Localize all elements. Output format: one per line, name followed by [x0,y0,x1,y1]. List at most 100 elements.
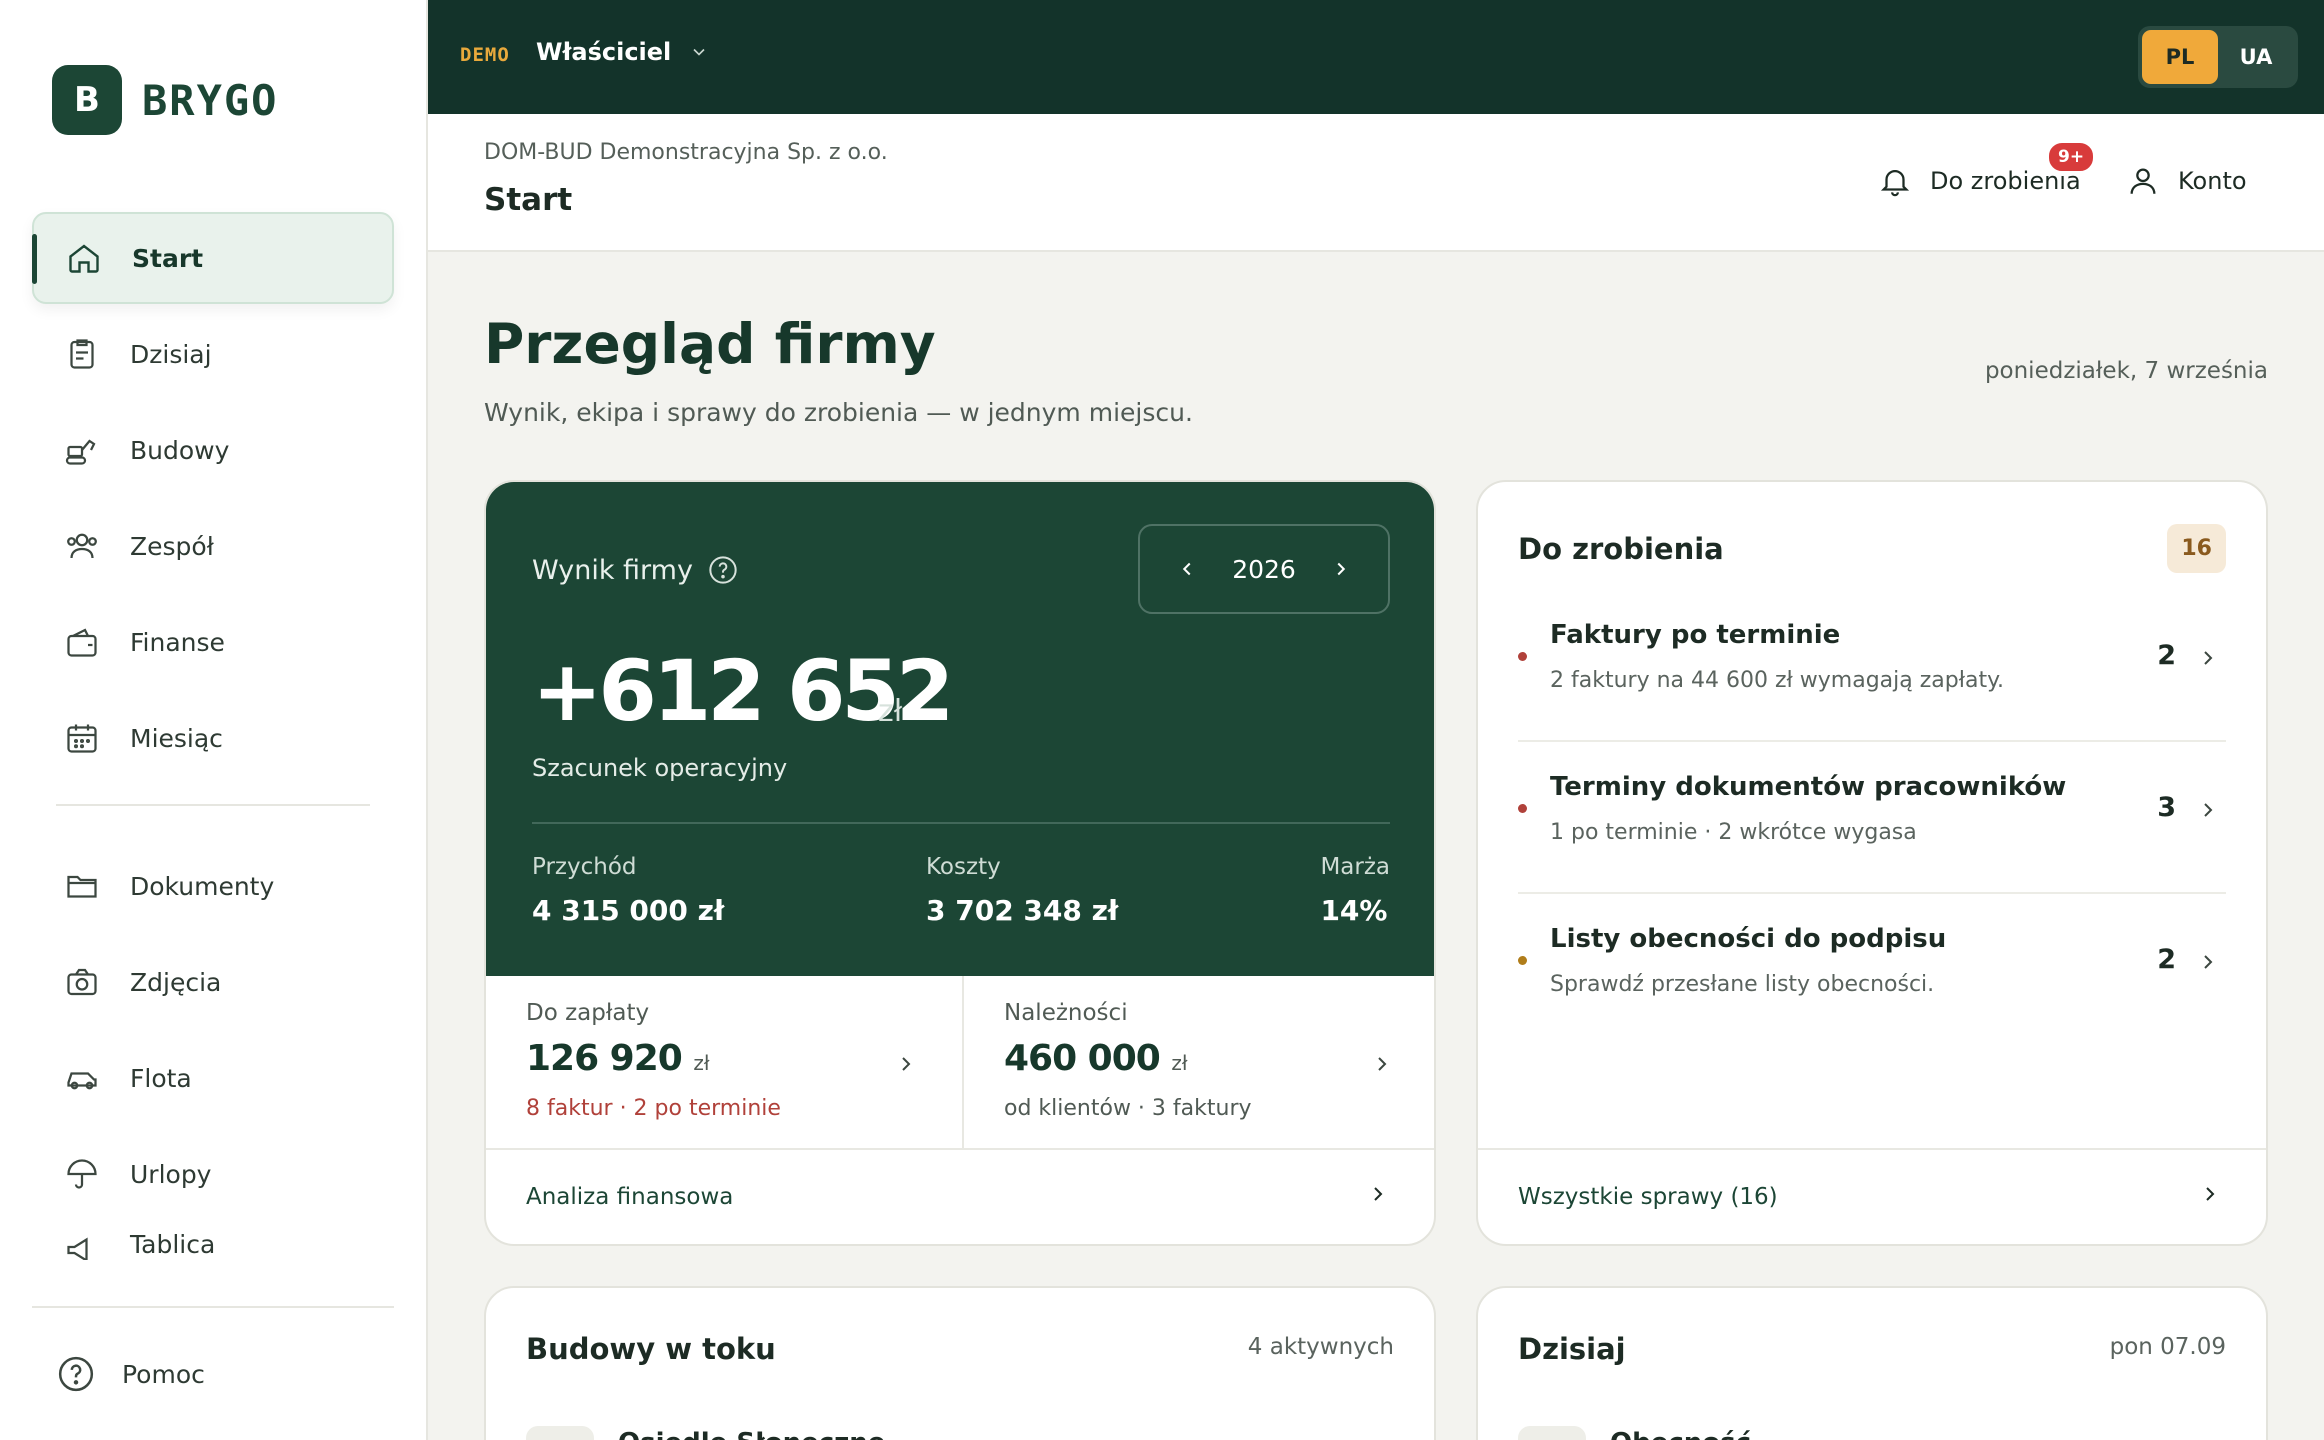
today-card: Dzisiaj pon 07.09 Obecność [1476,1286,2268,1440]
megaphone-icon [62,1230,102,1260]
chevron-right-icon[interactable] [1330,558,1352,580]
header-account-button[interactable]: Konto [2126,164,2247,198]
year-value: 2026 [1232,554,1296,584]
help-link[interactable]: Pomoc [32,1306,394,1440]
sidebar-item-dokumenty[interactable]: Dokumenty [32,840,394,932]
folder-icon [62,866,102,906]
sidebar-item-dzisiaj[interactable]: Dzisiaj [32,308,394,400]
todo-card-title: Do zrobienia [1518,532,1724,566]
payable-value: 126 920 zł [526,1038,710,1079]
todo-card: Do zrobienia 16 Faktury po terminie 2 fa… [1476,480,2268,1246]
todo-item-count: 2 [2157,640,2176,671]
chevron-left-icon[interactable] [1176,558,1198,580]
today-thumbnail [1518,1426,1586,1440]
margin-stat: Marża 14% [1320,854,1390,927]
sidebar-item-label: Dokumenty [130,871,275,901]
all-tasks-link[interactable]: Wszystkie sprawy (16) [1518,1184,1778,1210]
payable-label: Do zapłaty [526,1000,650,1026]
help-icon [56,1354,96,1394]
user-icon [2130,168,2156,194]
revenue-value: 4 315 000 zł [532,894,725,927]
sidebar-item-label: Dzisiaj [130,339,212,369]
chevron-right-icon [2206,1187,2215,1201]
sidebar-item-label: Flota [130,1063,192,1093]
camera-icon [62,962,102,1002]
year-picker: 2026 [1138,524,1390,614]
sidebar-item-label: Urlopy [130,1159,212,1189]
topbar: DEMO Właściciel PL UA [428,0,2324,114]
receivable-tile[interactable]: Należności 460 000 zł od klientów · 3 fa… [962,976,1434,1150]
builds-card: Budowy w toku 4 aktywnych Osiedle Słonec… [484,1286,1436,1440]
finance-label-text: Wynik firmy [532,554,693,586]
revenue-label: Przychód [532,854,637,880]
company-name: DOM-BUD Demonstracyjna Sp. z o.o. [484,140,888,165]
finance-label: Wynik firmy [532,554,739,586]
header-todo-button[interactable]: Do zrobienia 9+ [1878,140,2097,198]
sidebar-item-label: Finanse [130,627,225,657]
todo-item-title: Listy obecności do podpisu [1550,924,1947,954]
page-title: Start [484,182,573,218]
todo-item[interactable]: Listy obecności do podpisu Sprawdź przes… [1518,894,2226,1046]
sidebar-item-tablica[interactable]: Tablica [32,1224,394,1260]
build-thumbnail [526,1426,594,1440]
todo-item-desc: Sprawdź przesłane listy obecności. [1550,972,1935,997]
chevron-down-icon [693,48,705,56]
revenue-stat: Przychód 4 315 000 zł [532,854,724,927]
costs-stat: Koszty 3 702 348 zł [926,854,1118,927]
costs-label: Koszty [926,854,1001,880]
receivable-subtitle: od klientów · 3 faktury [1004,1096,1252,1121]
sidebar-item-label: Budowy [130,435,230,465]
status-dot [1518,956,1527,965]
role-label: Właściciel [536,38,672,66]
todo-item-count: 3 [2157,792,2176,823]
sidebar-nav: Start Dzisiaj Budowy Zespół Finanse Mies… [32,212,394,1264]
builds-title: Budowy w toku [526,1332,776,1366]
logo[interactable]: B BRYGO [52,65,278,135]
users-icon [62,526,102,566]
chevron-right-icon [2204,803,2213,817]
sidebar-item-urlopy[interactable]: Urlopy [32,1128,394,1220]
role-selector[interactable]: Właściciel [536,38,709,66]
lang-pl-button[interactable]: PL [2142,30,2218,84]
clipboard-icon [62,334,102,374]
sidebar-item-label: Zespół [130,531,214,561]
sidebar-item-finanse[interactable]: Finanse [32,596,394,688]
sidebar-item-label: Zdjęcia [130,967,222,997]
profit-unit: zł [878,694,903,729]
finance-summary: Wynik firmy 2026 +612 652 zł Szacunek op… [486,482,1434,976]
status-dot [1518,804,1527,813]
header-account-label: Konto [2178,167,2247,195]
todo-item[interactable]: Faktury po terminie 2 faktury na 44 600 … [1518,590,2226,742]
bell-icon [1880,170,1910,197]
today-date: pon 07.09 [2109,1334,2226,1360]
todo-item-desc: 2 faktury na 44 600 zł wymagają zapłaty. [1550,668,2004,693]
sidebar-item-label: Start [132,243,204,273]
builds-count: 4 aktywnych [1247,1334,1394,1360]
status-dot [1518,652,1527,661]
page-header: DOM-BUD Demonstracyjna Sp. z o.o. Start … [428,114,2324,252]
sidebar-item-zdjecia[interactable]: Zdjęcia [32,936,394,1028]
sidebar-item-miesiac[interactable]: Miesiąc [32,692,394,784]
sidebar-divider [56,804,370,806]
sidebar-item-label: Tablica [130,1230,216,1259]
sidebar-item-zespol[interactable]: Zespół [32,500,394,592]
help-icon[interactable] [707,554,739,586]
payable-subtitle: 8 faktur · 2 po terminie [526,1096,781,1121]
today-item[interactable]: Obecność [1610,1428,1751,1440]
finance-card: Wynik firmy 2026 +612 652 zł Szacunek op… [484,480,1436,1246]
finance-analysis-link[interactable]: Analiza finansowa [526,1184,733,1210]
sidebar-item-budowy[interactable]: Budowy [32,404,394,496]
demo-badge: DEMO [460,44,510,66]
overview-subtitle: Wynik, ekipa i sprawy do zrobienia — w j… [484,398,1193,427]
chevron-right-icon [902,1057,911,1071]
receivable-label: Należności [1004,1000,1128,1026]
language-switcher: PL UA [2138,26,2298,88]
sidebar-item-start[interactable]: Start [32,212,394,304]
sidebar-item-flota[interactable]: Flota [32,1032,394,1124]
lang-ua-button[interactable]: UA [2218,30,2294,84]
build-name[interactable]: Osiedle Słoneczne [618,1428,885,1440]
todo-item[interactable]: Terminy dokumentów pracowników 1 po term… [1518,742,2226,894]
calendar-icon [62,718,102,758]
payable-tile[interactable]: Do zapłaty 126 920 zł 8 faktur · 2 po te… [486,976,960,1150]
overview-title: Przegląd firmy [484,312,936,376]
